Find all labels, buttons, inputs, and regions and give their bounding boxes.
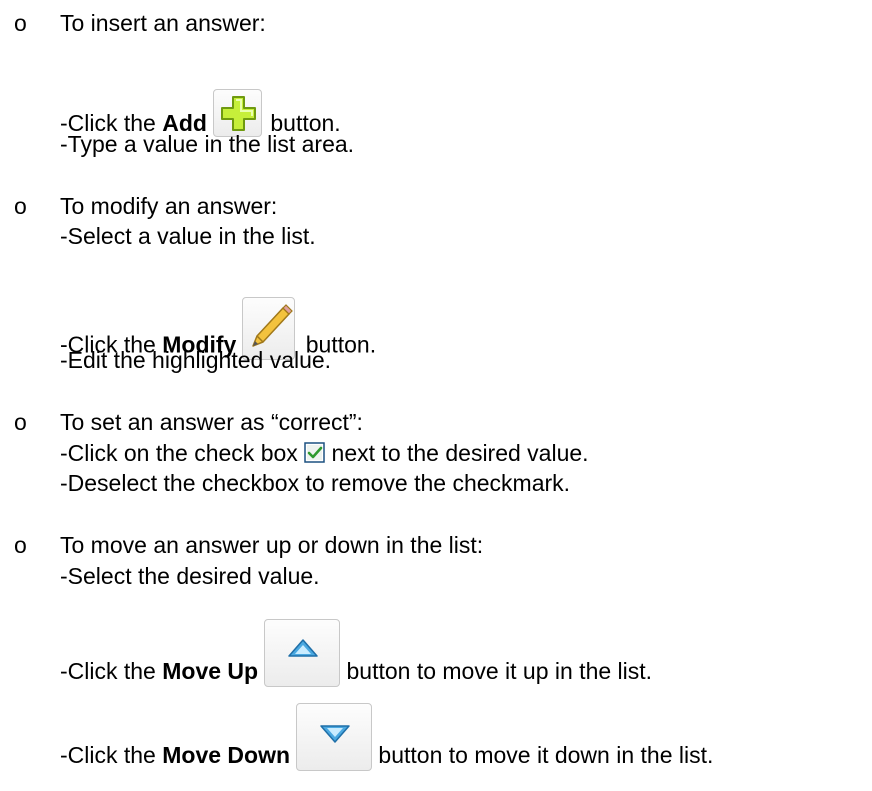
step-type-value: -Type a value in the list area. [60, 131, 355, 157]
step-edit-value: -Edit the highlighted value. [60, 347, 332, 373]
heading-insert: To insert an answer: [60, 10, 266, 36]
triangle-down-icon [320, 725, 350, 743]
add-button-image [212, 89, 262, 137]
move-down-button-image [296, 703, 373, 771]
bullet-correct: o [14, 409, 27, 435]
step-select-desired: -Select the desired value. [60, 563, 320, 589]
heading-modify: To modify an answer: [60, 193, 278, 219]
step-click-checkbox: -Click on the check box next to the desi… [60, 440, 589, 466]
checkbox-checked-icon [304, 442, 325, 464]
heading-move: To move an answer up or down in the list… [60, 532, 484, 558]
step-click-move-up: -Click the Move Up button to move it up … [60, 619, 652, 707]
triangle-up-icon [288, 639, 318, 657]
heading-correct: To set an answer as “correct”: [60, 409, 363, 435]
bullet-move: o [14, 532, 27, 558]
step-select-value: -Select a value in the list. [60, 223, 316, 249]
bullet-insert: o [14, 10, 27, 36]
step-deselect: -Deselect the checkbox to remove the che… [60, 470, 571, 496]
step-click-move-down: -Click the Move Down button to move it d… [60, 703, 713, 791]
bullet-modify: o [14, 193, 27, 219]
move-up-button-image [264, 619, 341, 687]
